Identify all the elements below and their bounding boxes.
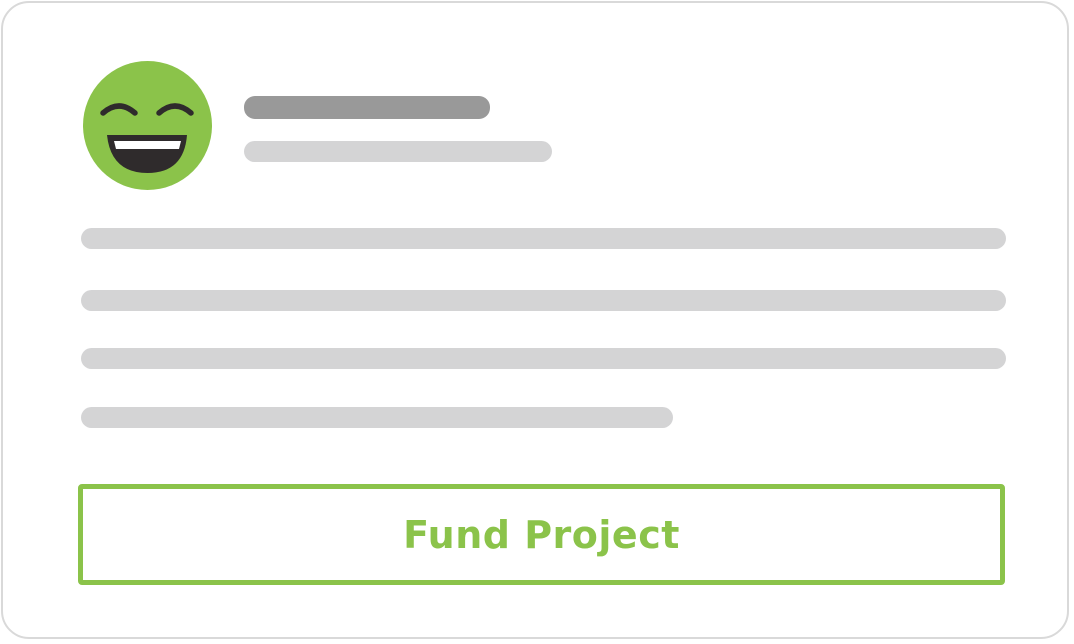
avatar bbox=[83, 61, 212, 190]
title-placeholder bbox=[244, 96, 490, 119]
fund-project-label: Fund Project bbox=[403, 512, 680, 557]
body-line-placeholder bbox=[81, 290, 1006, 311]
subtitle-placeholder bbox=[244, 141, 552, 162]
body-line-placeholder bbox=[81, 228, 1006, 249]
laughing-face-icon bbox=[83, 61, 212, 190]
project-card: Fund Project bbox=[1, 1, 1069, 639]
body-line-placeholder bbox=[81, 407, 673, 428]
fund-project-button[interactable]: Fund Project bbox=[78, 484, 1005, 585]
body-line-placeholder bbox=[81, 348, 1006, 369]
